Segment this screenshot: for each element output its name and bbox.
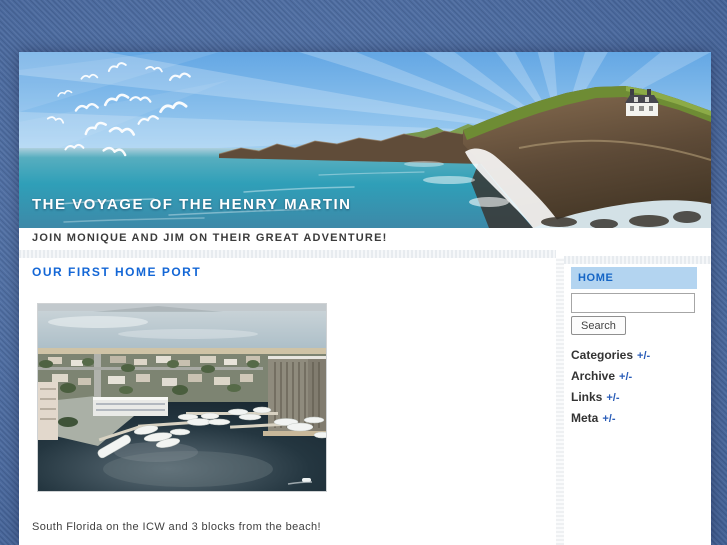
section-toggle[interactable]: +/- [637,350,650,362]
search-button[interactable]: Search [571,316,626,335]
texture-separator-sidebar [564,256,711,264]
section-label: Categories [571,348,634,362]
post-caption: South Florida on the ICW and 3 blocks fr… [32,521,322,533]
sidebar-section-archive[interactable]: Archive +/- [571,367,711,383]
post-title[interactable]: OUR FIRST HOME PORT [32,265,201,279]
section-toggle[interactable]: +/- [606,392,619,404]
tagline-bar: JOIN MONIQUE AND JIM ON THEIR GREAT ADVE… [19,228,711,250]
white-condo-building [93,397,168,416]
section-toggle[interactable]: +/- [619,371,632,383]
sidebar-section-meta[interactable]: Meta +/- [571,409,711,425]
section-label: Meta [571,411,599,425]
blog-page: THE VOYAGE OF THE HENRY MARTIN JOIN MONI… [19,52,711,545]
sidebar-section-links[interactable]: Links +/- [571,388,711,404]
sidebar-item-home[interactable]: HOME [571,267,697,289]
site-title[interactable]: THE VOYAGE OF THE HENRY MARTIN [32,196,351,213]
desktop-background: THE VOYAGE OF THE HENRY MARTIN JOIN MONI… [0,0,727,545]
post-photo-marina [37,303,327,492]
section-label: Links [571,390,603,404]
texture-separator-main [19,250,556,258]
beach-strip [38,348,326,354]
section-toggle[interactable]: +/- [602,413,615,425]
site-tagline: JOIN MONIQUE AND JIM ON THEIR GREAT ADVE… [32,232,388,244]
column-divider [556,258,564,545]
sidebar-section-categories[interactable]: Categories +/- [571,346,711,362]
search-input[interactable] [571,293,695,313]
site-header-banner: THE VOYAGE OF THE HENRY MARTIN [19,52,711,228]
home-label: HOME [578,272,614,284]
section-label: Archive [571,369,616,383]
aerial-marina-illustration [38,304,326,491]
